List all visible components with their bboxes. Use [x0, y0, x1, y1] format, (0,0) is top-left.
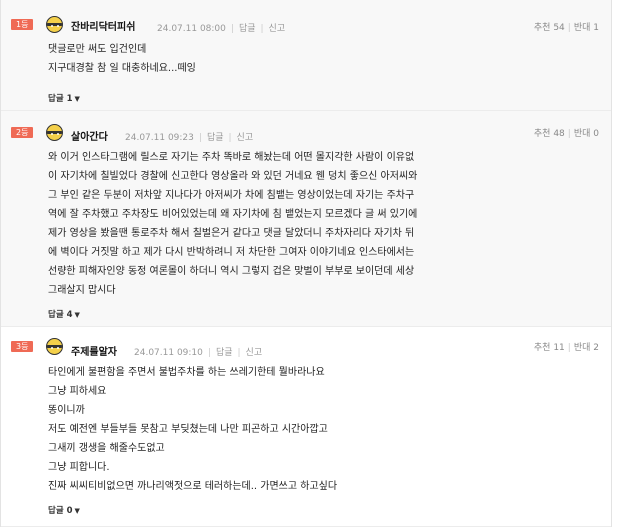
comment-meta: 24.07.11 09:23 | 답글 | 신고 — [125, 133, 254, 143]
report-button[interactable]: 신고 — [237, 133, 254, 143]
chevron-down-icon: ▼ — [74, 95, 80, 103]
downvote-label: 반대 — [573, 129, 591, 139]
downvote-button[interactable]: 반대 1 — [574, 23, 599, 33]
vote-counts: 추천 54 | 반대 1 — [533, 23, 599, 33]
comment-line: 저도 예전엔 부들부들 못참고 부딪쳤는데 나만 피곤하고 시간아깝고 — [48, 424, 328, 435]
comment-line: 댓글로만 써도 입건인데 — [48, 44, 147, 55]
report-button[interactable]: 신고 — [246, 348, 263, 358]
chevron-down-icon: ▼ — [74, 311, 80, 319]
avatar-icon[interactable] — [46, 338, 63, 355]
upvote-button[interactable]: 추천 48 — [534, 129, 565, 139]
rank-badge: 1등 — [11, 19, 34, 30]
vote-counts: 추천 11 | 반대 2 — [533, 343, 599, 353]
comment-line: 그새끼 갱생을 해줄수도없고 — [48, 443, 165, 454]
comment-line: 역에 잘 주차했고 주차장도 비어있었는데 왜 자기차에 침 뱉었는지 모르겠다… — [48, 209, 418, 220]
comment-item: 3등 주제를알자 24.07.11 09:10 | 답글 | 신고 추천 11 | 반대 2… — [1, 327, 611, 527]
rank-badge: 2등 — [11, 127, 34, 138]
upvote-button[interactable]: 추천 54 — [534, 23, 565, 33]
downvote-count: 1 — [593, 23, 599, 33]
upvote-button[interactable]: 추천 11 — [534, 343, 565, 353]
author-nickname[interactable]: 살아간다 — [71, 128, 108, 143]
comment-line: 그냥 피합니다. — [48, 462, 110, 473]
comment-line: 이 자기차에 칠빌었다 경찰에 신고한다 영상올라 와 있던 거네요 웬 덩치 … — [48, 171, 418, 182]
comment-line: 지구대경찰 참 일 대충하네요...떼잉 — [48, 63, 196, 74]
comment-line: 제가 영상을 봤을땐 통로주차 해서 칠벌은거 같다고 댓글 달았더니 주차자리… — [48, 228, 415, 239]
comment-meta: 24.07.11 08:00 | 답글 | 신고 — [157, 24, 286, 34]
comment-list: 1등 잔바리닥터피쉬 24.07.11 08:00 | 답글 | 신고 추천 54 | 반대… — [0, 0, 612, 527]
comment-line: 에 벽이다 거짓말 하고 제가 다시 반박하려니 저 차단한 그여자 이야기네요… — [48, 247, 415, 258]
downvote-label: 반대 — [573, 343, 591, 353]
replies-label: 답글 — [48, 310, 64, 320]
downvote-button[interactable]: 반대 2 — [574, 343, 599, 353]
downvote-button[interactable]: 반대 0 — [574, 129, 599, 139]
comment-item: 2등 살아간다 24.07.11 09:23 | 답글 | 신고 추천 48 | 반대 0 … — [1, 111, 611, 327]
comment-line: 그냥 피하세요 — [48, 386, 107, 397]
downvote-label: 반대 — [573, 23, 591, 33]
upvote-count: 54 — [553, 23, 565, 33]
replies-count: 1 — [66, 94, 73, 104]
upvote-count: 48 — [553, 129, 565, 139]
reply-button[interactable]: 답글 — [239, 24, 256, 34]
report-button[interactable]: 신고 — [269, 24, 286, 34]
reply-button[interactable]: 답글 — [216, 348, 233, 358]
comment-body: 댓글로만 써도 입건인데 지구대경찰 참 일 대충하네요...떼잉 — [48, 40, 558, 78]
upvote-label: 추천 — [533, 23, 551, 33]
replies-toggle[interactable]: 답글 4 ▼ — [48, 308, 80, 320]
vote-counts: 추천 48 | 반대 0 — [533, 129, 599, 139]
author-nickname[interactable]: 주제를알자 — [71, 343, 117, 358]
upvote-label: 추천 — [533, 343, 551, 353]
comment-line: 똥이니까 — [48, 405, 85, 416]
comment-time: 24.07.11 09:23 — [125, 133, 194, 143]
comment-meta: 24.07.11 09:10 | 답글 | 신고 — [134, 348, 263, 358]
comment-line: 선량한 피해자인양 동정 여론몰이 하더니 역시 그렇지 겁은 맞벌이 부부로 … — [48, 266, 415, 277]
avatar-icon[interactable] — [46, 16, 63, 33]
chevron-down-icon: ▼ — [74, 507, 80, 515]
comment-line: 진짜 씨씨티비없으면 까나리액젓으로 테러하는데.. 가면쓰고 하고싶다 — [48, 481, 338, 492]
comment-line: 그 부인 같은 두분이 저차앞 지나다가 아저씨가 차에 침뱉는 영상이었는데 … — [48, 190, 415, 201]
reply-button[interactable]: 답글 — [207, 133, 224, 143]
comment-line: 와 이거 인스타그램에 릴스로 자기는 주차 똑바로 해놨는데 어떤 몰지각한 … — [48, 152, 415, 163]
downvote-count: 0 — [593, 129, 599, 139]
upvote-label: 추천 — [533, 129, 551, 139]
replies-toggle[interactable]: 답글 1 ▼ — [48, 92, 80, 104]
comment-body: 타인에게 불편함을 주면서 불법주차를 하는 쓰레기한테 뭘바라나요 그냥 피하… — [48, 363, 558, 496]
replies-toggle[interactable]: 답글 0 ▼ — [48, 504, 80, 516]
avatar-icon[interactable] — [46, 124, 63, 141]
downvote-count: 2 — [593, 343, 599, 353]
comment-line: 그래살지 맙시다 — [48, 285, 116, 296]
upvote-count: 11 — [553, 343, 565, 353]
replies-count: 4 — [66, 310, 73, 320]
rank-badge: 3등 — [11, 341, 34, 352]
comment-time: 24.07.11 09:10 — [134, 348, 203, 358]
comment-body: 와 이거 인스타그램에 릴스로 자기는 주차 똑바로 해놨는데 어떤 몰지각한 … — [48, 148, 558, 300]
replies-count: 0 — [66, 506, 73, 516]
author-nickname[interactable]: 잔바리닥터피쉬 — [71, 18, 135, 33]
replies-label: 답글 — [48, 94, 64, 104]
comment-time: 24.07.11 08:00 — [157, 24, 226, 34]
replies-label: 답글 — [48, 506, 64, 516]
comment-item: 1등 잔바리닥터피쉬 24.07.11 08:00 | 답글 | 신고 추천 54 | 반대… — [1, 0, 611, 111]
comment-line: 타인에게 불편함을 주면서 불법주차를 하는 쓰레기한테 뭘바라나요 — [48, 367, 325, 378]
